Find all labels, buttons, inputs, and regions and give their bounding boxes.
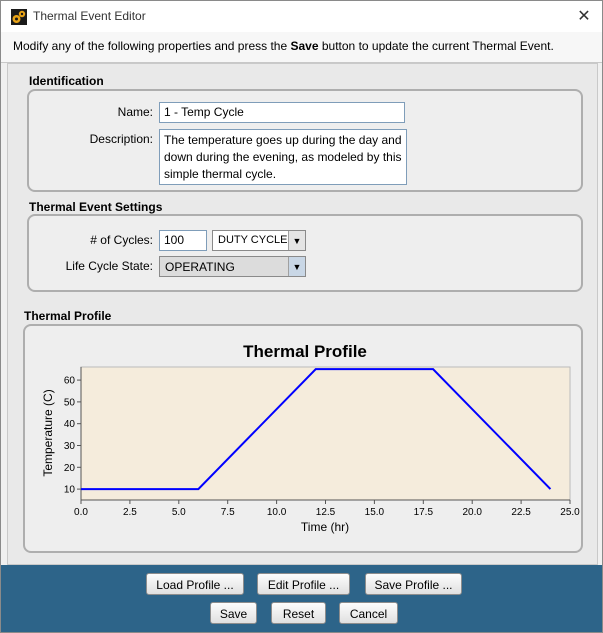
y-tick-label: 40 [64, 419, 76, 430]
close-icon[interactable]: ✕ [574, 6, 594, 26]
x-tick-label: 12.5 [316, 507, 336, 518]
description-label: Description: [89, 132, 153, 146]
instructions-suffix: button to update the current Thermal Eve… [318, 39, 554, 53]
description-field[interactable]: The temperature goes up during the day a… [159, 129, 407, 185]
life-cycle-value: OPERATING [165, 260, 235, 274]
gears-icon [11, 9, 27, 25]
x-tick-label: 5.0 [172, 507, 186, 518]
properties-panel: Identification Name: 1 - Temp Cycle Desc… [7, 63, 598, 565]
x-tick-label: 17.5 [414, 507, 434, 518]
instructions-bar: Modify any of the following properties a… [1, 32, 602, 63]
identification-heading: Identification [29, 74, 104, 88]
y-axis: 10 20 30 40 50 60 [64, 367, 82, 500]
identification-group: Name: 1 - Temp Cycle Description: The te… [27, 89, 583, 192]
life-cycle-dropdown[interactable]: OPERATING ▼ [159, 256, 306, 277]
cycles-field[interactable]: 100 [159, 230, 207, 251]
x-tick-label: 25.0 [560, 507, 580, 518]
life-cycle-label: Life Cycle State: [65, 259, 153, 273]
profile-heading: Thermal Profile [24, 309, 112, 323]
x-axis: 0.0 2.5 5.0 7.5 10.0 12.5 15.0 17.5 20.0 22.5 25.0 [74, 499, 580, 518]
y-tick-label: 60 [64, 376, 76, 387]
instructions-text: Modify any of the following properties a… [13, 39, 554, 53]
cycle-unit-value: DUTY CYCLE [218, 234, 288, 246]
cycles-label: # of Cycles: [90, 233, 153, 247]
title-bar: Thermal Event Editor ✕ [1, 1, 602, 32]
y-tick-label: 30 [64, 441, 76, 452]
x-tick-label: 15.0 [365, 507, 385, 518]
thermal-profile-chart: Thermal Profile 0.0 2.5 5.0 7.5 10.0 12.5 15.0… [41, 342, 580, 534]
settings-heading: Thermal Event Settings [29, 200, 163, 214]
name-label: Name: [117, 105, 153, 119]
thermal-event-editor-window: Thermal Event Editor ✕ Modify any of the… [0, 0, 603, 633]
button-bar: Load Profile ... Edit Profile ... Save P… [1, 565, 602, 632]
x-tick-label: 7.5 [221, 507, 235, 518]
thermal-profile-chart-panel: Thermal Profile 0.0 2.5 5.0 7.5 10.0 12.5 15.0… [23, 324, 583, 553]
y-tick-label: 50 [64, 397, 76, 408]
reset-button[interactable]: Reset [271, 602, 326, 624]
x-tick-label: 22.5 [511, 507, 531, 518]
x-tick-label: 10.0 [267, 507, 287, 518]
edit-profile-button[interactable]: Edit Profile ... [257, 573, 350, 595]
save-profile-button[interactable]: Save Profile ... [365, 573, 462, 595]
x-tick-label: 2.5 [123, 507, 137, 518]
y-tick-label: 10 [64, 485, 76, 496]
y-tick-label: 20 [64, 463, 76, 474]
name-field[interactable]: 1 - Temp Cycle [159, 102, 405, 123]
chart-title: Thermal Profile [243, 342, 367, 361]
y-axis-label: Temperature (C) [41, 389, 55, 476]
cancel-button[interactable]: Cancel [339, 602, 398, 624]
window-title: Thermal Event Editor [33, 9, 146, 23]
cycle-unit-dropdown[interactable]: DUTY CYCLE ▼ [212, 230, 306, 251]
chevron-down-icon: ▼ [288, 231, 305, 250]
instructions-prefix: Modify any of the following properties a… [13, 39, 291, 53]
instructions-save-word: Save [290, 39, 319, 53]
settings-group: # of Cycles: 100 DUTY CYCLE ▼ Life Cycle… [27, 214, 583, 292]
x-axis-label: Time (hr) [301, 520, 349, 534]
save-button[interactable]: Save [210, 602, 257, 624]
x-tick-label: 0.0 [74, 507, 88, 518]
x-tick-label: 20.0 [462, 507, 482, 518]
chevron-down-icon: ▼ [288, 257, 305, 276]
load-profile-button[interactable]: Load Profile ... [146, 573, 244, 595]
